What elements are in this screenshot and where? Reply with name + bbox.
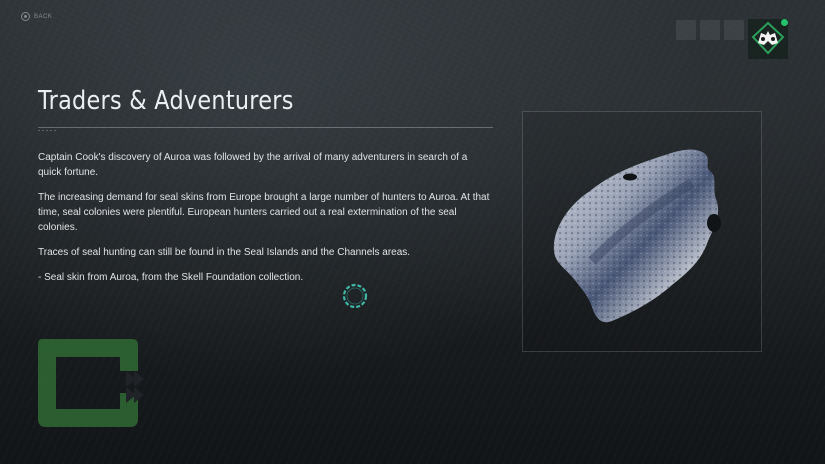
article-paragraph: Captain Cook's discovery of Auroa was fo… bbox=[38, 152, 468, 178]
loading-spinner-icon bbox=[342, 283, 368, 309]
quick-slot bbox=[676, 20, 696, 40]
quick-slot bbox=[724, 20, 744, 40]
b-button-icon bbox=[21, 12, 30, 21]
seal-skin-image bbox=[553, 149, 721, 323]
quick-slots bbox=[676, 20, 744, 40]
article-paragraph: The increasing demand for seal skins fro… bbox=[38, 192, 490, 233]
title-divider bbox=[38, 127, 493, 128]
back-button[interactable]: BACK bbox=[21, 12, 52, 21]
quick-slot bbox=[700, 20, 720, 40]
game-emblem-logo bbox=[38, 339, 144, 427]
divider-dots bbox=[38, 130, 56, 131]
page-title: Traders & Adventurers bbox=[38, 86, 294, 116]
article-paragraph: - Seal skin from Auroa, from the Skell F… bbox=[38, 272, 304, 283]
back-label: BACK bbox=[34, 13, 53, 20]
article-body: Captain Cook's discovery of Auroa was fo… bbox=[38, 150, 493, 295]
article-paragraph: Traces of seal hunting can still be foun… bbox=[38, 247, 411, 258]
online-status-dot bbox=[781, 19, 788, 26]
